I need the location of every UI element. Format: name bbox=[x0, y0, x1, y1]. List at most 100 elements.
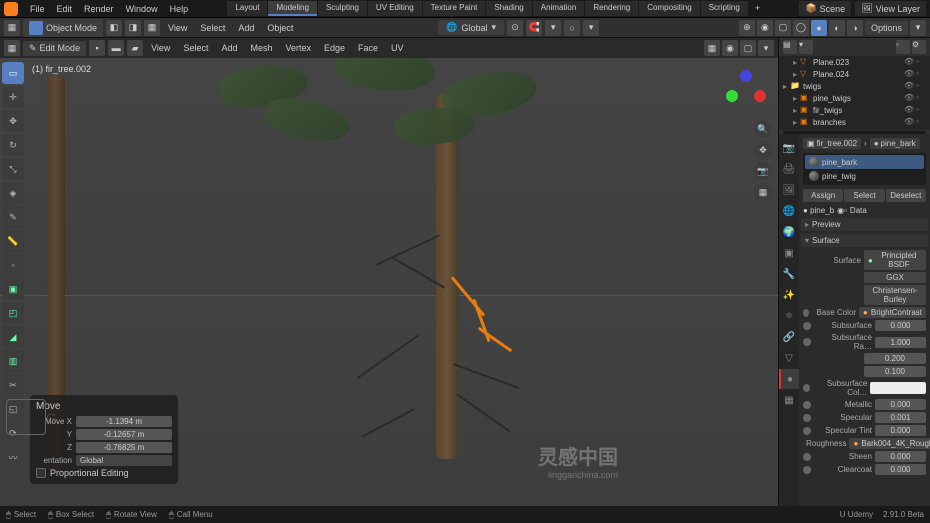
ptab-constraint[interactable]: 🔗 bbox=[779, 327, 799, 347]
render-icon[interactable]: ▫ bbox=[916, 57, 926, 67]
link-dot-icon[interactable] bbox=[803, 466, 811, 474]
shade-wire[interactable]: ◯ bbox=[793, 20, 809, 36]
disclosure-icon[interactable]: ▸ bbox=[793, 70, 797, 79]
ws-add-button[interactable]: + bbox=[749, 1, 766, 16]
tool-inset[interactable]: ◰ bbox=[2, 302, 24, 324]
disclosure-icon[interactable]: ▸ bbox=[793, 118, 797, 127]
ptab-output[interactable]: 🖨 bbox=[779, 159, 799, 179]
ptab-mesh[interactable]: ▽ bbox=[779, 348, 799, 368]
shading-dd[interactable]: ▾ bbox=[758, 40, 774, 56]
metallic-value[interactable]: 0.000 bbox=[875, 399, 926, 410]
render-icon[interactable]: ▫ bbox=[916, 105, 926, 115]
ptab-scene[interactable]: 🌐 bbox=[779, 201, 799, 221]
eye-icon[interactable]: 👁 bbox=[904, 93, 914, 103]
outliner-new-icon[interactable]: ▫ bbox=[896, 40, 910, 54]
sss-method-select[interactable]: Christensen-Burley bbox=[864, 285, 926, 305]
orient-select[interactable]: Global bbox=[76, 455, 172, 466]
eye-icon[interactable]: 👁 bbox=[904, 57, 914, 67]
face-select[interactable]: ▰ bbox=[127, 40, 143, 56]
view-menu[interactable]: View bbox=[163, 23, 192, 33]
vp-face[interactable]: Face bbox=[353, 43, 383, 53]
btn2[interactable]: ◨ bbox=[125, 20, 141, 36]
link-dot-icon[interactable] bbox=[803, 309, 809, 317]
snap-button[interactable]: 🧲 bbox=[526, 20, 542, 36]
viewlayer-selector[interactable]: 🖼 View Layer bbox=[855, 1, 926, 16]
render-icon[interactable]: ▫ bbox=[916, 81, 926, 91]
ptab-render[interactable]: 📷 bbox=[779, 138, 799, 158]
ws-layout[interactable]: Layout bbox=[227, 1, 267, 16]
options-dropdown[interactable]: Options bbox=[865, 21, 908, 35]
camera-button[interactable]: 📷 bbox=[754, 162, 772, 180]
subcolor-swatch[interactable] bbox=[870, 382, 926, 394]
outliner-item[interactable]: ▸▽Plane.024👁▫ bbox=[779, 68, 930, 80]
tool-measure[interactable]: 📏 bbox=[2, 230, 24, 252]
axis-x-icon[interactable] bbox=[754, 90, 766, 102]
crumb-object[interactable]: ▣ fir_tree.002 bbox=[803, 138, 861, 149]
subsurface-value[interactable]: 0.000 bbox=[875, 320, 926, 331]
menu-render[interactable]: Render bbox=[78, 4, 120, 14]
render-icon[interactable]: ▫ bbox=[916, 117, 926, 127]
mode-select[interactable]: Object Mode bbox=[23, 19, 103, 37]
vp-add[interactable]: Add bbox=[216, 43, 242, 53]
shade-solid[interactable]: ● bbox=[811, 20, 827, 36]
preview-panel-header[interactable]: ▸Preview bbox=[801, 218, 928, 231]
proportional-checkbox[interactable]: Proportional Editing bbox=[36, 468, 172, 478]
ptab-material[interactable]: ● bbox=[779, 369, 799, 389]
disclosure-icon[interactable]: ▸ bbox=[793, 58, 797, 67]
ptab-texture[interactable]: ▦ bbox=[779, 390, 799, 410]
link-dot-icon[interactable] bbox=[803, 453, 811, 461]
outliner-item[interactable]: ▸▣fir_twigs👁▫ bbox=[779, 104, 930, 116]
vp-select[interactable]: Select bbox=[178, 43, 213, 53]
ws-script[interactable]: Scripting bbox=[701, 1, 748, 16]
tool-select[interactable]: ▭ bbox=[2, 62, 24, 84]
shade-matprev[interactable]: ◐ bbox=[829, 20, 845, 36]
nav-gizmo[interactable] bbox=[722, 66, 770, 114]
chevron-down-icon[interactable]: ▾ bbox=[910, 20, 926, 36]
outliner-filter-icon[interactable]: ▾ bbox=[799, 40, 813, 54]
tool-loopcut[interactable]: ▥ bbox=[2, 350, 24, 372]
select-button[interactable]: Select bbox=[844, 189, 884, 202]
zoom-button[interactable]: 🔍 bbox=[754, 120, 772, 138]
basecolor-value[interactable]: ●BrightContrast bbox=[859, 307, 926, 318]
pan-button[interactable]: ✥ bbox=[754, 141, 772, 159]
tool-annotate[interactable]: ✎ bbox=[2, 206, 24, 228]
menu-help[interactable]: Help bbox=[164, 4, 195, 14]
overlay-button[interactable]: ◉ bbox=[757, 20, 773, 36]
eye-icon[interactable]: 👁 bbox=[904, 117, 914, 127]
axis-y-icon[interactable] bbox=[726, 90, 738, 102]
tool-rotate[interactable]: ↻ bbox=[2, 134, 24, 156]
ws-anim[interactable]: Animation bbox=[533, 1, 585, 16]
ptab-object[interactable]: ▣ bbox=[779, 243, 799, 263]
overlay-toggle[interactable]: ◉ bbox=[722, 40, 738, 56]
disclosure-icon[interactable]: ▸ bbox=[793, 94, 797, 103]
ws-uv[interactable]: UV Editing bbox=[368, 1, 422, 16]
disclosure-icon[interactable]: ▸ bbox=[793, 106, 797, 115]
link-dot-icon[interactable] bbox=[803, 414, 811, 422]
ws-comp[interactable]: Compositing bbox=[639, 1, 699, 16]
roughness-value[interactable]: ●Bark004_4K_Roughne… bbox=[849, 438, 930, 449]
proportional-button[interactable]: ○ bbox=[564, 20, 580, 36]
link-dot-icon[interactable] bbox=[803, 427, 811, 435]
outliner-type-icon[interactable]: ▤ bbox=[783, 40, 797, 54]
surface-panel-header[interactable]: ▾Surface bbox=[801, 234, 928, 247]
move-operator-panel[interactable]: Move Move X-1.1394 m Y-0.12657 m Z-0.768… bbox=[30, 395, 178, 484]
sheen-value[interactable]: 0.000 bbox=[875, 451, 926, 462]
tool-transform[interactable]: ◈ bbox=[2, 182, 24, 204]
vp-mesh[interactable]: Mesh bbox=[245, 43, 277, 53]
outliner-filter2-icon[interactable]: ⚙ bbox=[912, 40, 926, 54]
tool-knife[interactable]: ✂ bbox=[2, 374, 24, 396]
viewport-3d[interactable]: ▦ ✎ Edit Mode ▪ ▬ ▰ View Select Add Mesh… bbox=[0, 38, 778, 506]
pivot-button[interactable]: ⊙ bbox=[507, 20, 523, 36]
link-dot-icon[interactable] bbox=[803, 338, 811, 346]
ptab-physics[interactable]: ⚛ bbox=[779, 306, 799, 326]
eye-icon[interactable]: 👁 bbox=[904, 69, 914, 79]
menu-edit[interactable]: Edit bbox=[51, 4, 79, 14]
move-z-value[interactable]: -0.76825 m bbox=[76, 442, 172, 453]
gizmo-button[interactable]: ⊕ bbox=[739, 20, 755, 36]
ptab-particle[interactable]: ✨ bbox=[779, 285, 799, 305]
eye-icon[interactable]: 👁 bbox=[904, 105, 914, 115]
tool-move[interactable]: ✥ bbox=[2, 110, 24, 132]
vert-select[interactable]: ▪ bbox=[89, 40, 105, 56]
xray-button[interactable]: ▢ bbox=[775, 20, 791, 36]
render-icon[interactable]: ▫ bbox=[916, 93, 926, 103]
